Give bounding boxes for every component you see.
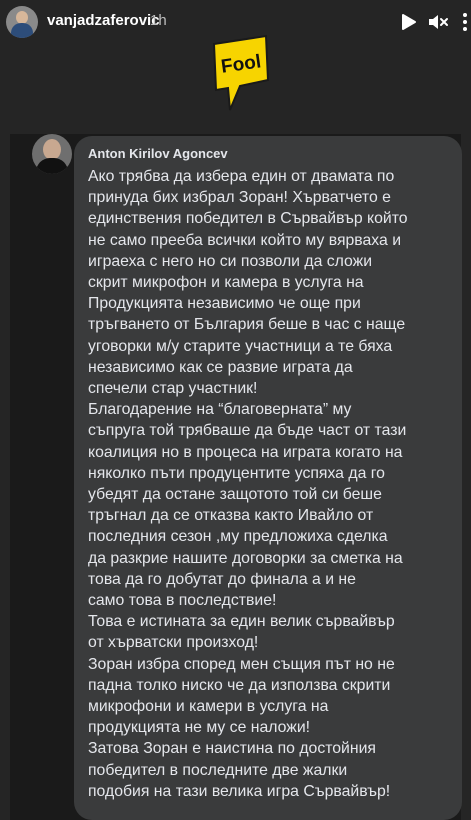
avatar[interactable] <box>6 6 38 38</box>
fool-logo-sticker: Fool <box>212 34 270 111</box>
more-options-icon[interactable] <box>453 10 471 34</box>
commenter-avatar <box>32 134 72 174</box>
comment-screenshot: Anton Kirilov Agoncev Ако трябва да избе… <box>10 134 462 820</box>
username[interactable]: vanjadzaferovic <box>47 12 160 29</box>
comment-text: Ако трябва да избера един от двамата по … <box>88 168 408 800</box>
comment-author: Anton Kirilov Agoncev <box>88 146 228 161</box>
play-icon[interactable] <box>396 10 420 34</box>
post-time: 1h <box>150 12 167 29</box>
mute-icon[interactable] <box>426 10 450 34</box>
